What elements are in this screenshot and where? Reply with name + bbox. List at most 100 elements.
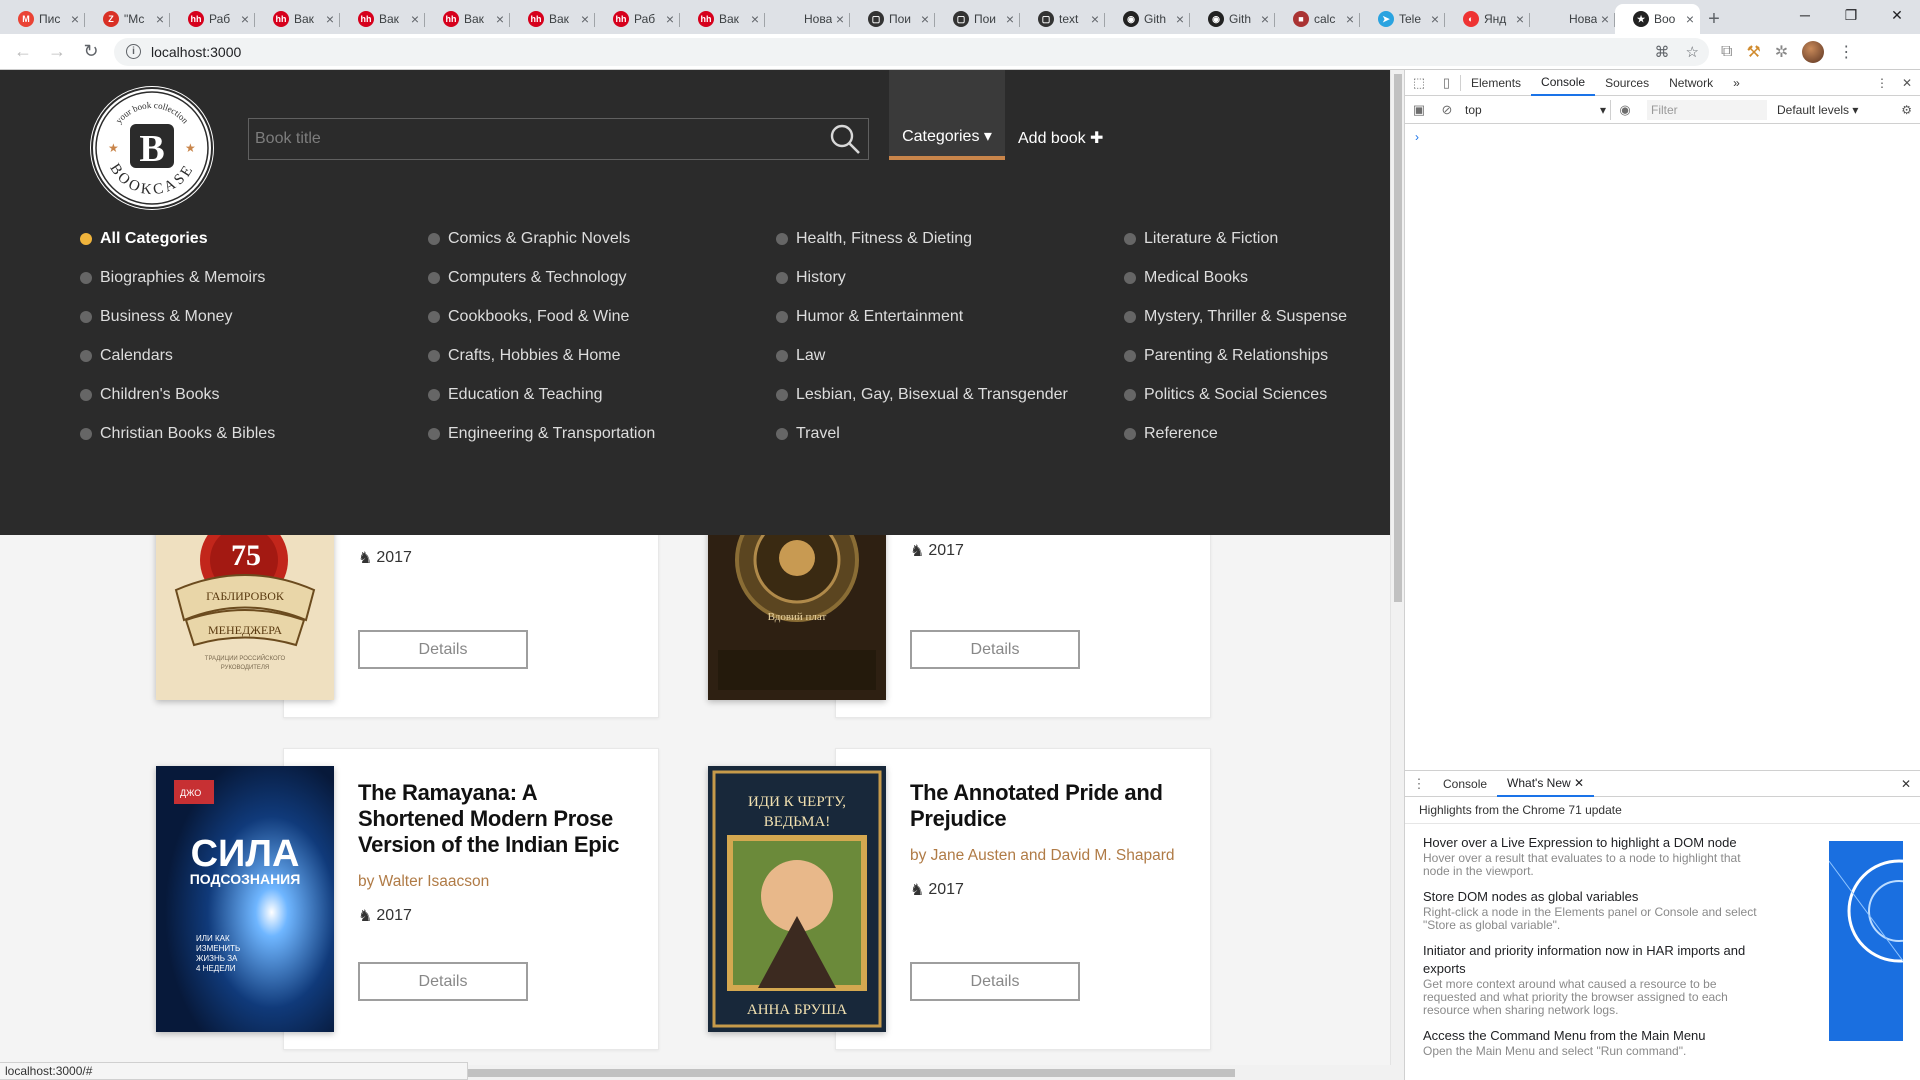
devtools-tab[interactable]: Sources	[1595, 70, 1659, 96]
menu-kebab-icon[interactable]: ⋮	[1838, 42, 1854, 62]
sidebar-toggle-icon[interactable]: ▣	[1405, 102, 1433, 118]
address-bar[interactable]: i localhost:3000 ⌘ ☆	[114, 37, 1709, 66]
category-item[interactable]: Parenting & Relationships	[1124, 347, 1328, 365]
scrollbar-thumb[interactable]	[1394, 74, 1402, 602]
close-tab-icon[interactable]: ×	[71, 11, 79, 27]
category-item[interactable]: Cookbooks, Food & Wine	[428, 308, 629, 326]
close-tab-icon[interactable]: ×	[156, 11, 164, 27]
close-tab-icon[interactable]: ×	[1431, 11, 1439, 27]
whats-new-item[interactable]: Store DOM nodes as global variables Right…	[1405, 888, 1785, 932]
close-tab-icon[interactable]: ×	[411, 11, 419, 27]
browser-tab[interactable]: ▢ Пои ×	[850, 4, 935, 34]
extension-icon[interactable]: ✲	[1775, 42, 1788, 62]
book-title[interactable]: The Annotated Pride and Prejudice	[910, 780, 1190, 832]
drawer-tab-console[interactable]: Console	[1433, 771, 1497, 797]
whats-new-item[interactable]: Initiator and priority information now i…	[1405, 942, 1785, 1017]
inspect-element-icon[interactable]: ⬚	[1405, 75, 1433, 91]
browser-tab[interactable]: Новая в ×	[1530, 4, 1615, 34]
details-button[interactable]: Details	[910, 630, 1080, 669]
browser-tab[interactable]: ■ calc ×	[1275, 4, 1360, 34]
forward-button[interactable]: →	[40, 37, 74, 67]
browser-tab[interactable]: ➤ Tele ×	[1360, 4, 1445, 34]
back-button[interactable]: ←	[6, 37, 40, 67]
category-item[interactable]: Medical Books	[1124, 269, 1248, 287]
settings-gear-icon[interactable]: ⚙	[1901, 103, 1912, 117]
category-item[interactable]: Literature & Fiction	[1124, 230, 1278, 248]
browser-tab[interactable]: ★ Boo ×	[1615, 4, 1700, 34]
profile-avatar[interactable]	[1802, 40, 1825, 63]
details-button[interactable]: Details	[910, 962, 1080, 1001]
category-item[interactable]: History	[776, 269, 846, 287]
device-toolbar-icon[interactable]: ▯	[1433, 74, 1461, 91]
category-item[interactable]: Humor & Entertainment	[776, 308, 963, 326]
browser-tab[interactable]: M Пис ×	[0, 4, 85, 34]
log-levels-select[interactable]: Default levels ▾	[1777, 103, 1858, 117]
book-cover[interactable]: ГАБЛИРОВОК МЕНЕДЖЕРА 75 ТРАДИЦИИ РОССИЙС…	[156, 520, 334, 700]
bookcase-logo[interactable]: your book collection BOOKCASE B ★ ★	[90, 86, 214, 210]
close-tab-icon[interactable]: ×	[1091, 11, 1099, 27]
category-item[interactable]: Computers & Technology	[428, 269, 626, 287]
category-item[interactable]: Biographies & Memoirs	[80, 269, 265, 287]
new-tab-button[interactable]: +	[1700, 4, 1728, 34]
close-tab-icon[interactable]: ×	[326, 11, 334, 27]
category-item[interactable]: Law	[776, 347, 825, 365]
maximize-button[interactable]: ❐	[1828, 0, 1874, 30]
book-author[interactable]: by Jane Austen and David M. Shapard	[910, 847, 1175, 865]
translate-icon[interactable]: ⌘	[1655, 43, 1670, 61]
category-item[interactable]: Children's Books	[80, 386, 220, 404]
details-button[interactable]: Details	[358, 630, 528, 669]
eye-icon[interactable]: ◉	[1611, 102, 1639, 118]
close-tab-icon[interactable]: ×	[1261, 11, 1269, 27]
category-item[interactable]: Travel	[776, 425, 840, 443]
browser-tab[interactable]: ◐ Янд ×	[1445, 4, 1530, 34]
devtools-tab[interactable]: Elements	[1461, 70, 1531, 96]
close-tab-icon[interactable]: ×	[1006, 11, 1014, 27]
devtools-menu-icon[interactable]: ⋮	[1876, 76, 1888, 90]
browser-tab[interactable]: ◉ Gith ×	[1105, 4, 1190, 34]
category-item[interactable]: Lesbian, Gay, Bisexual & Transgender	[776, 386, 1068, 404]
close-tab-icon[interactable]: ×	[1686, 11, 1694, 27]
page-vertical-scrollbar[interactable]	[1390, 70, 1404, 1065]
search-icon[interactable]	[828, 122, 862, 156]
close-tab-icon[interactable]: ×	[836, 11, 844, 27]
browser-tab[interactable]: hh Раб ×	[170, 4, 255, 34]
context-select[interactable]: top ▾	[1461, 99, 1611, 120]
book-title[interactable]: The Ramayana: A Shortened Modern Prose V…	[358, 780, 648, 858]
category-item[interactable]: Education & Teaching	[428, 386, 602, 404]
browser-tab[interactable]: hh Вак ×	[255, 4, 340, 34]
drawer-menu-icon[interactable]: ⋮	[1405, 776, 1433, 792]
category-item[interactable]: Reference	[1124, 425, 1218, 443]
close-tab-icon[interactable]: ×	[666, 11, 674, 27]
browser-tab[interactable]: hh Раб ×	[595, 4, 680, 34]
close-drawer-icon[interactable]: ✕	[1901, 777, 1911, 791]
book-cover[interactable]: ИДИ К ЧЕРТУ, ВЕДЬМА! АННА БРУША	[708, 766, 886, 1032]
category-item[interactable]: Mystery, Thriller & Suspense	[1124, 308, 1347, 326]
book-cover[interactable]: Вдовий плат	[708, 520, 886, 700]
close-tab-icon[interactable]: ×	[241, 11, 249, 27]
close-tab-icon[interactable]: ×	[581, 11, 589, 27]
browser-tab[interactable]: Новая в ×	[765, 4, 850, 34]
browser-tab[interactable]: Z "Мс ×	[85, 4, 170, 34]
book-cover[interactable]: ДЖО СИЛА ПОДСОЗНАНИЯ ИЛИ КАК ИЗМЕНИТЬ ЖИ…	[156, 766, 334, 1032]
close-tab-icon[interactable]: ×	[496, 11, 504, 27]
browser-tab[interactable]: hh Вак ×	[680, 4, 765, 34]
console-filter-input[interactable]: Filter	[1647, 99, 1767, 120]
bookmark-star-icon[interactable]: ☆	[1686, 43, 1699, 61]
category-item[interactable]: Crafts, Hobbies & Home	[428, 347, 621, 365]
category-item[interactable]: Business & Money	[80, 308, 233, 326]
devtools-tab[interactable]: »	[1723, 70, 1750, 96]
category-item[interactable]: Comics & Graphic Novels	[428, 230, 630, 248]
details-button[interactable]: Details	[358, 962, 528, 1001]
category-item[interactable]: Christian Books & Bibles	[80, 425, 275, 443]
whats-new-item[interactable]: Hover over a Live Expression to highligh…	[1405, 834, 1785, 878]
category-item[interactable]: Engineering & Transportation	[428, 425, 655, 443]
close-icon[interactable]: ✕	[1902, 76, 1912, 90]
close-tab-icon[interactable]: ✕	[1574, 776, 1584, 790]
browser-tab[interactable]: ▢ text ×	[1020, 4, 1105, 34]
category-item[interactable]: All Categories	[80, 230, 208, 248]
extension-icon[interactable]: ⧉	[1721, 43, 1732, 61]
categories-dropdown-button[interactable]: Categories ▾	[889, 70, 1005, 160]
category-item[interactable]: Health, Fitness & Dieting	[776, 230, 972, 248]
close-window-button[interactable]: ✕	[1874, 0, 1920, 30]
minimize-button[interactable]: ─	[1782, 0, 1828, 30]
